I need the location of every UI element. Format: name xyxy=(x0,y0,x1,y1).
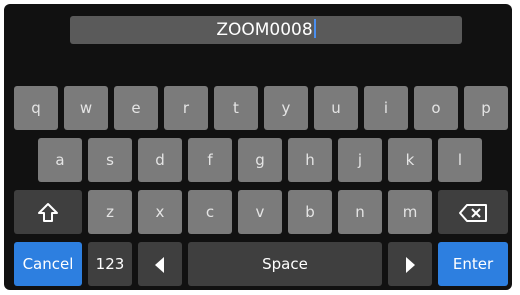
key-i[interactable]: i xyxy=(364,86,408,130)
key-k[interactable]: k xyxy=(388,138,432,182)
text-cursor xyxy=(313,19,316,38)
text-input[interactable]: ZOOM0008 xyxy=(70,16,462,44)
shift-icon xyxy=(38,202,58,222)
key-o[interactable]: o xyxy=(414,86,458,130)
backspace-key[interactable] xyxy=(438,190,508,234)
key-y[interactable]: y xyxy=(264,86,308,130)
key-s[interactable]: s xyxy=(88,138,132,182)
key-r[interactable]: r xyxy=(164,86,208,130)
key-t[interactable]: t xyxy=(214,86,258,130)
backspace-icon xyxy=(459,203,487,222)
right-arrow-icon xyxy=(406,256,415,273)
input-value: ZOOM0008 xyxy=(216,20,313,40)
key-m[interactable]: m xyxy=(388,190,432,234)
left-arrow-icon xyxy=(155,256,164,273)
space-key[interactable]: Space xyxy=(188,242,382,286)
right-arrow-key[interactable] xyxy=(388,242,432,286)
left-arrow-key[interactable] xyxy=(138,242,182,286)
key-p[interactable]: p xyxy=(464,86,508,130)
key-j[interactable]: j xyxy=(338,138,382,182)
key-g[interactable]: g xyxy=(238,138,282,182)
enter-button[interactable]: Enter xyxy=(438,242,508,286)
key-f[interactable]: f xyxy=(188,138,232,182)
key-w[interactable]: w xyxy=(64,86,108,130)
key-d[interactable]: d xyxy=(138,138,182,182)
cancel-button[interactable]: Cancel xyxy=(14,242,82,286)
numbers-key[interactable]: 123 xyxy=(88,242,132,286)
key-b[interactable]: b xyxy=(288,190,332,234)
key-c[interactable]: c xyxy=(188,190,232,234)
key-a[interactable]: a xyxy=(38,138,82,182)
keyboard-screen: ZOOM0008 q w e r t y u i o p a s d f g h… xyxy=(4,4,512,290)
key-e[interactable]: e xyxy=(114,86,158,130)
key-q[interactable]: q xyxy=(14,86,58,130)
key-l[interactable]: l xyxy=(438,138,482,182)
key-z[interactable]: z xyxy=(88,190,132,234)
key-h[interactable]: h xyxy=(288,138,332,182)
shift-key[interactable] xyxy=(14,190,82,234)
key-x[interactable]: x xyxy=(138,190,182,234)
key-v[interactable]: v xyxy=(238,190,282,234)
key-n[interactable]: n xyxy=(338,190,382,234)
key-u[interactable]: u xyxy=(314,86,358,130)
